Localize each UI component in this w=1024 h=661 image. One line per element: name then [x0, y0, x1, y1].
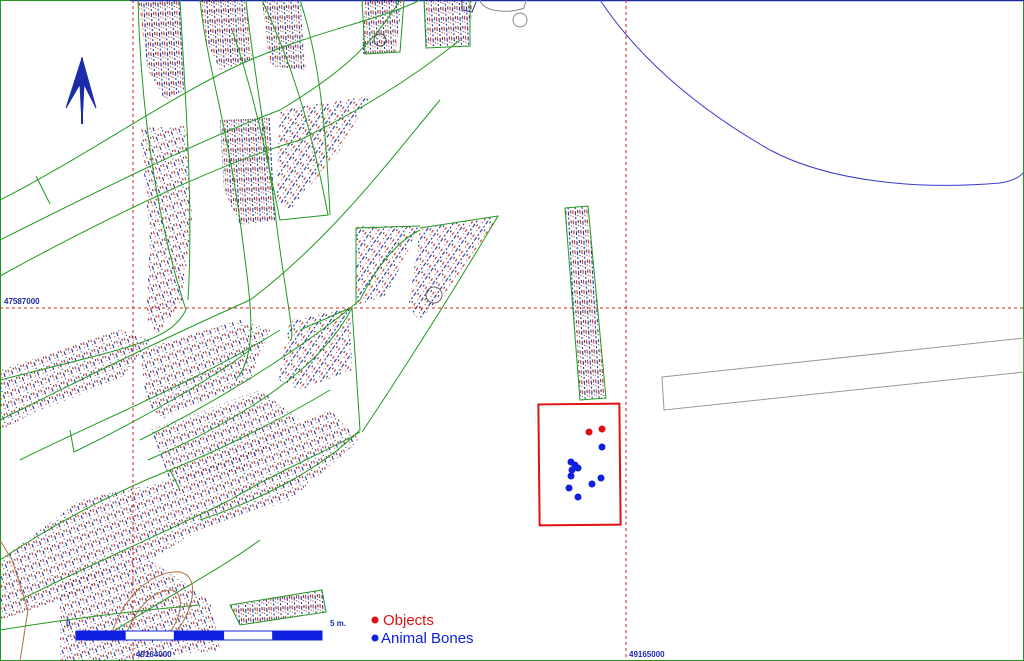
scale-bar-segment	[173, 630, 225, 641]
bone-find-5	[568, 466, 576, 474]
scale-bar-segment	[75, 630, 126, 641]
bone-find-10	[574, 493, 582, 501]
grid-label-northing: 47587000	[4, 297, 40, 306]
bone-find-7	[588, 480, 596, 488]
bone-find-8	[597, 474, 605, 482]
object-find-1	[585, 428, 593, 436]
gray-trench	[661, 337, 1024, 411]
legend-animal-bones-marker	[371, 634, 379, 642]
hatched-trenches	[0, 0, 606, 661]
object-find-2	[598, 425, 606, 433]
find-area-outline	[537, 402, 622, 527]
grid-lines	[0, 0, 1024, 661]
finds-layer	[565, 425, 606, 501]
bone-find-1	[598, 443, 606, 451]
scale-bar-end-label: 5 m.	[330, 619, 346, 628]
scale-bar-start-label: 0	[66, 619, 71, 628]
bone-find-4	[574, 464, 582, 472]
bone-find-6	[567, 472, 575, 480]
scale-bar-segment	[124, 630, 175, 641]
excavation-site-map: 47587000 49164000 49165000 0 5 m. Object…	[0, 0, 1024, 661]
scale-bar-segment	[223, 630, 274, 641]
scale-bar-segment	[272, 630, 323, 641]
legend-objects-marker	[371, 616, 379, 624]
legend: Objects Animal Bones	[371, 612, 474, 647]
map-frame	[0, 0, 1024, 661]
grid-label-easting-left: 49164000	[136, 650, 172, 659]
grid-label-easting-right: 49165000	[629, 650, 665, 659]
legend-animal-bones-label: Animal Bones	[381, 630, 474, 647]
pond-outline	[599, 0, 1024, 186]
legend-objects-label: Objects	[383, 612, 434, 629]
north-arrow-icon	[65, 56, 97, 125]
bone-find-9	[565, 484, 573, 492]
